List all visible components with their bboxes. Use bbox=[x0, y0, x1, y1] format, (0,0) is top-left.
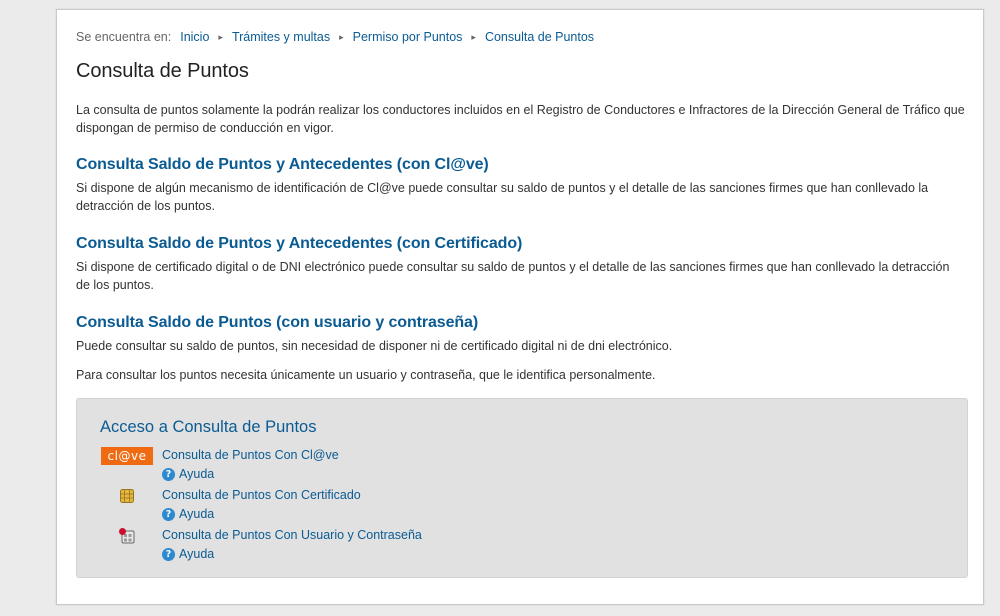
section-text-clave: Si dispone de algún mecanismo de identif… bbox=[76, 181, 929, 213]
breadcrumb-link-inicio[interactable]: Inicio bbox=[180, 30, 209, 44]
chevron-right-icon: ▸ bbox=[471, 31, 476, 42]
chevron-right-icon: ▸ bbox=[339, 31, 344, 42]
page-title: Consulta de Puntos bbox=[76, 60, 249, 82]
section-text-certificado: Si dispone de certificado digital o de D… bbox=[76, 260, 950, 292]
help-icon: ? bbox=[162, 507, 175, 521]
content-panel: Se encuentra en: Inicio ▸ Trámites y mul… bbox=[56, 9, 984, 605]
section-certificado: Consulta Saldo de Puntos y Antecedentes … bbox=[76, 235, 965, 294]
access-box: Acceso a Consulta de Puntos cl@ve Consul… bbox=[76, 398, 968, 578]
section-title-clave: Consulta Saldo de Puntos y Antecedentes … bbox=[76, 156, 489, 173]
section-clave: Consulta Saldo de Puntos y Antecedentes … bbox=[76, 156, 965, 215]
breadcrumb-link-consulta[interactable]: Consulta de Puntos bbox=[485, 30, 594, 44]
help-link-usuario[interactable]: ? Ayuda bbox=[162, 547, 214, 561]
help-link-clave[interactable]: ? Ayuda bbox=[162, 467, 214, 481]
breadcrumb: Se encuentra en: Inicio ▸ Trámites y mul… bbox=[76, 30, 965, 44]
intro-text: La consulta de puntos solamente la podrá… bbox=[76, 103, 965, 135]
help-label: Ayuda bbox=[179, 467, 215, 481]
breadcrumb-prefix: Se encuentra en: bbox=[76, 30, 172, 44]
breadcrumb-link-tramites[interactable]: Trámites y multas bbox=[232, 30, 330, 44]
help-icon: ? bbox=[162, 467, 175, 481]
access-title: Acceso a Consulta de Puntos bbox=[100, 418, 317, 436]
help-link-certificado[interactable]: ? Ayuda bbox=[162, 507, 214, 521]
clave-logo-icon: cl@ve bbox=[101, 447, 153, 465]
chevron-right-icon: ▸ bbox=[218, 31, 223, 42]
help-icon: ? bbox=[162, 547, 175, 561]
help-label: Ayuda bbox=[179, 547, 215, 561]
section-text-usuario-2: Para consultar los puntos necesita única… bbox=[76, 368, 656, 382]
clave-logo: cl@ve bbox=[101, 447, 153, 465]
link-consulta-certificado[interactable]: Consulta de Puntos Con Certificado bbox=[162, 488, 361, 502]
section-title-usuario: Consulta Saldo de Puntos (con usuario y … bbox=[76, 314, 479, 331]
link-consulta-usuario[interactable]: Consulta de Puntos Con Usuario y Contras… bbox=[162, 528, 422, 542]
help-label: Ayuda bbox=[179, 507, 215, 521]
section-text-usuario-1: Puede consultar su saldo de puntos, sin … bbox=[76, 339, 673, 353]
section-usuario: Consulta Saldo de Puntos (con usuario y … bbox=[76, 314, 965, 384]
user-password-card-icon bbox=[101, 527, 153, 545]
breadcrumb-link-permiso[interactable]: Permiso por Puntos bbox=[353, 30, 463, 44]
section-title-certificado: Consulta Saldo de Puntos y Antecedentes … bbox=[76, 235, 523, 252]
link-consulta-clave[interactable]: Consulta de Puntos Con Cl@ve bbox=[162, 448, 339, 462]
certificate-chip-icon bbox=[101, 487, 153, 505]
